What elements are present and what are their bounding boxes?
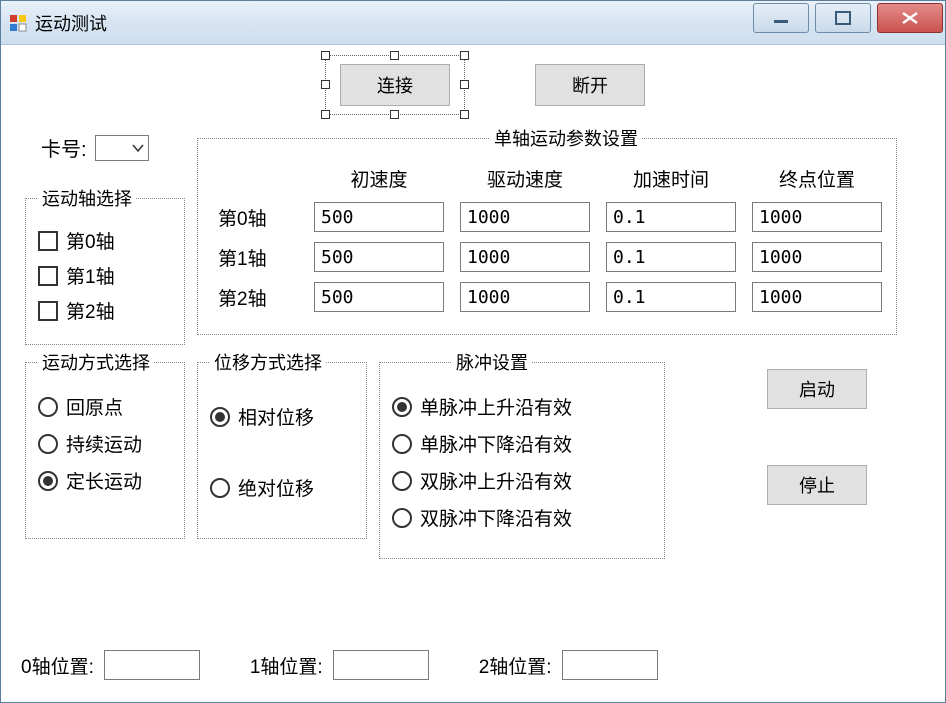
axis-params-legend: 单轴运动参数设置: [490, 125, 642, 151]
pulse-double-rising-label: 双脉冲上升沿有效: [420, 467, 572, 494]
move-mode-home-label: 回原点: [66, 393, 123, 420]
axis1-drive-speed-input[interactable]: [460, 242, 590, 272]
row-axis1-label: 第1轴: [218, 244, 298, 271]
col-init-speed: 初速度: [314, 165, 444, 192]
disconnect-button[interactable]: 断开: [535, 64, 645, 106]
axis2-accel-time-input[interactable]: [606, 282, 736, 312]
axis-0-label: 第0轴: [66, 227, 115, 254]
radio-icon: [38, 434, 58, 454]
axis-1-checkbox[interactable]: 第1轴: [38, 262, 172, 289]
disp-mode-relative[interactable]: 相对位移: [210, 403, 354, 430]
axis1-end-pos-input[interactable]: [752, 242, 882, 272]
axis-select-group: 运动轴选择 第0轴 第1轴 第2轴: [25, 185, 185, 345]
disp-mode-absolute-label: 绝对位移: [238, 474, 314, 501]
axis1-accel-time-input[interactable]: [606, 242, 736, 272]
pulse-single-rising[interactable]: 单脉冲上升沿有效: [392, 393, 652, 420]
axis2-end-pos-input[interactable]: [752, 282, 882, 312]
radio-icon: [210, 478, 230, 498]
start-button[interactable]: 启动: [767, 369, 867, 409]
card-number-label: 卡号:: [41, 133, 87, 162]
move-mode-legend: 运动方式选择: [38, 349, 154, 375]
pulse-group: 脉冲设置 单脉冲上升沿有效 单脉冲下降沿有效 双脉冲上升沿有效 双脉冲下降沿有效: [379, 349, 665, 559]
radio-icon: [392, 434, 412, 454]
col-accel-time: 加速时间: [606, 165, 736, 192]
move-mode-fixed-label: 定长运动: [66, 467, 142, 494]
window-title: 运动测试: [35, 10, 107, 36]
move-mode-fixed[interactable]: 定长运动: [38, 467, 172, 494]
axis0-accel-time-input[interactable]: [606, 202, 736, 232]
col-drive-speed: 驱动速度: [460, 165, 590, 192]
stop-button[interactable]: 停止: [767, 465, 867, 505]
checkbox-icon: [38, 231, 58, 251]
pulse-double-falling-label: 双脉冲下降沿有效: [420, 504, 572, 531]
axis0-end-pos-input[interactable]: [752, 202, 882, 232]
radio-icon: [392, 397, 412, 417]
axis2-drive-speed-input[interactable]: [460, 282, 590, 312]
radio-icon: [392, 508, 412, 528]
radio-icon: [38, 471, 58, 491]
axis0-pos-label: 0轴位置:: [21, 652, 94, 679]
radio-icon: [38, 397, 58, 417]
maximize-button[interactable]: [815, 3, 871, 33]
row-axis2-label: 第2轴: [218, 284, 298, 311]
axis-params-group: 单轴运动参数设置 初速度 驱动速度 加速时间 终点位置 第0轴 第1轴 第2轴: [197, 125, 897, 335]
pulse-single-falling[interactable]: 单脉冲下降沿有效: [392, 430, 652, 457]
disp-mode-legend: 位移方式选择: [210, 349, 326, 375]
axis1-pos-input[interactable]: [333, 650, 429, 680]
pulse-single-rising-label: 单脉冲上升沿有效: [420, 393, 572, 420]
disp-mode-absolute[interactable]: 绝对位移: [210, 474, 354, 501]
app-icon: [9, 14, 27, 32]
titlebar: 运动测试: [1, 1, 945, 45]
row-axis0-label: 第0轴: [218, 204, 298, 231]
disp-mode-group: 位移方式选择 相对位移 绝对位移: [197, 349, 367, 539]
radio-icon: [392, 471, 412, 491]
checkbox-icon: [38, 266, 58, 286]
axis0-drive-speed-input[interactable]: [460, 202, 590, 232]
card-number-combo[interactable]: [95, 135, 149, 161]
col-end-pos: 终点位置: [752, 165, 882, 192]
checkbox-icon: [38, 301, 58, 321]
connect-button[interactable]: 连接: [340, 64, 450, 106]
axis-2-checkbox[interactable]: 第2轴: [38, 297, 172, 324]
move-mode-continuous[interactable]: 持续运动: [38, 430, 172, 457]
axis2-pos-input[interactable]: [562, 650, 658, 680]
axis-0-checkbox[interactable]: 第0轴: [38, 227, 172, 254]
axis-2-label: 第2轴: [66, 297, 115, 324]
move-mode-continuous-label: 持续运动: [66, 430, 142, 457]
move-mode-group: 运动方式选择 回原点 持续运动 定长运动: [25, 349, 185, 539]
axis-1-label: 第1轴: [66, 262, 115, 289]
axis1-init-speed-input[interactable]: [314, 242, 444, 272]
close-button[interactable]: [877, 3, 943, 33]
move-mode-home[interactable]: 回原点: [38, 393, 172, 420]
disp-mode-relative-label: 相对位移: [238, 403, 314, 430]
axis-select-legend: 运动轴选择: [38, 185, 136, 211]
axis0-pos-input[interactable]: [104, 650, 200, 680]
pulse-double-falling[interactable]: 双脉冲下降沿有效: [392, 504, 652, 531]
axis2-pos-label: 2轴位置:: [479, 652, 552, 679]
axis0-init-speed-input[interactable]: [314, 202, 444, 232]
axis1-pos-label: 1轴位置:: [250, 652, 323, 679]
axis2-init-speed-input[interactable]: [314, 282, 444, 312]
pulse-legend: 脉冲设置: [452, 349, 532, 375]
radio-icon: [210, 407, 230, 427]
pulse-double-rising[interactable]: 双脉冲上升沿有效: [392, 467, 652, 494]
pulse-single-falling-label: 单脉冲下降沿有效: [420, 430, 572, 457]
minimize-button[interactable]: [753, 3, 809, 33]
